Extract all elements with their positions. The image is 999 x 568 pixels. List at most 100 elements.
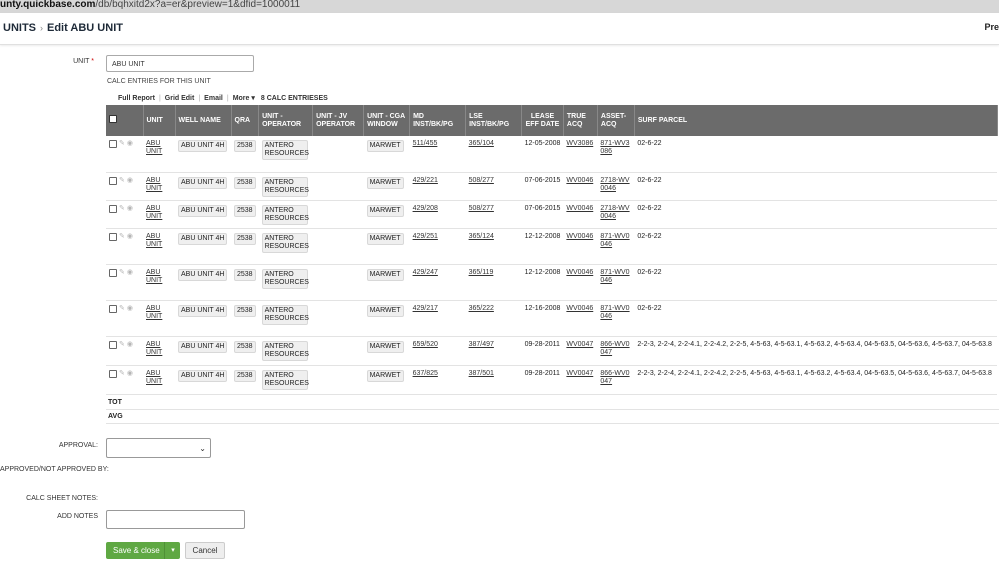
qra-value: 2538 (234, 268, 256, 281)
eye-icon[interactable]: ◉ (127, 370, 133, 378)
lse-link[interactable]: 508/277 (469, 205, 494, 212)
asset-acq-link[interactable]: 2718-WV0046 (600, 205, 630, 221)
approval-select[interactable]: ⌄ (106, 438, 211, 458)
asset-acq-link[interactable]: 866-WV0047 (600, 370, 630, 386)
pencil-icon[interactable]: ✎ (119, 370, 125, 378)
row-checkbox[interactable] (109, 232, 117, 241)
column-header[interactable]: TRUE ACQ (563, 105, 598, 136)
md-link[interactable]: 511/455 (413, 140, 438, 147)
row-checkbox[interactable] (109, 369, 117, 378)
md-link[interactable]: 429/247 (413, 269, 438, 276)
true-acq-link[interactable]: WV0046 (566, 233, 593, 240)
eye-icon[interactable]: ◉ (127, 269, 133, 277)
qra-value: 2538 (234, 204, 256, 217)
save-close-button[interactable]: Save & close ▾ (106, 542, 180, 559)
pencil-icon[interactable]: ✎ (119, 341, 125, 349)
row-checkbox[interactable] (109, 204, 117, 213)
row-checkbox[interactable] (109, 140, 117, 148)
column-header[interactable]: SURF PARCEL (634, 105, 998, 136)
row-checkbox[interactable] (109, 176, 117, 185)
pencil-icon[interactable]: ✎ (119, 140, 125, 148)
md-link[interactable]: 429/217 (413, 305, 438, 312)
true-acq-link[interactable]: WV0047 (566, 341, 593, 348)
column-header[interactable]: MD INST/BK/PG (409, 105, 467, 136)
select-all-header[interactable] (106, 105, 144, 136)
column-header[interactable]: UNIT (143, 105, 176, 136)
true-acq-link[interactable]: WV0047 (566, 370, 593, 377)
save-options-dropdown[interactable]: ▾ (164, 542, 181, 559)
asset-acq-link[interactable]: 866-WV0047 (600, 341, 630, 357)
grid-edit-link[interactable]: Grid Edit (165, 95, 195, 102)
select-all-checkbox[interactable] (109, 115, 117, 123)
true-acq-link[interactable]: WV0046 (566, 305, 593, 312)
cancel-button[interactable]: Cancel (185, 542, 225, 559)
asset-acq-link[interactable]: 871-WV0046 (600, 269, 630, 285)
lse-link[interactable]: 508/277 (469, 177, 494, 184)
eye-icon[interactable]: ◉ (127, 140, 133, 148)
row-checkbox[interactable] (109, 268, 117, 277)
pencil-icon[interactable]: ✎ (119, 269, 125, 277)
lease-date: 09-28-2011 (524, 369, 560, 377)
unit-link[interactable]: ABU UNIT (146, 205, 162, 221)
true-acq-cell: WV3086 (563, 136, 598, 173)
lse-link[interactable]: 365/104 (469, 140, 494, 147)
md-link[interactable]: 429/221 (413, 177, 438, 184)
true-acq-link[interactable]: WV0046 (566, 205, 593, 212)
lse-link[interactable]: 365/222 (469, 305, 494, 312)
column-header[interactable]: UNIT - OPERATOR (258, 105, 314, 136)
column-header[interactable]: WELL NAME (175, 105, 232, 136)
md-cell: 429/217 (409, 300, 466, 337)
unit-link[interactable]: ABU UNIT (146, 269, 162, 285)
column-header[interactable]: LEASE EFF DATE (521, 105, 564, 136)
lease-date-cell: 07-06-2015 (521, 172, 564, 201)
lse-link[interactable]: 365/124 (469, 233, 494, 240)
column-header[interactable]: QRA (231, 105, 260, 136)
pencil-icon[interactable]: ✎ (119, 205, 125, 213)
pencil-icon[interactable]: ✎ (119, 233, 125, 241)
cga-window-cell: MARWET (363, 200, 410, 229)
md-link[interactable]: 429/251 (413, 233, 438, 240)
pencil-icon[interactable]: ✎ (119, 305, 125, 313)
asset-acq-link[interactable]: 871-WV0046 (600, 233, 630, 249)
eye-icon[interactable]: ◉ (127, 233, 133, 241)
md-link[interactable]: 659/520 (413, 341, 438, 348)
cga-window-cell: MARWET (363, 336, 410, 366)
unit-link[interactable]: ABU UNIT (146, 233, 162, 249)
full-report-link[interactable]: Full Report (118, 95, 155, 102)
row-checkbox[interactable] (109, 304, 117, 313)
lse-link[interactable]: 365/119 (469, 269, 494, 276)
asset-acq-link[interactable]: 2718-WV0046 (600, 177, 630, 193)
true-acq-link[interactable]: WV0046 (566, 269, 593, 276)
md-link[interactable]: 429/208 (413, 205, 438, 212)
pencil-icon[interactable]: ✎ (119, 177, 125, 185)
lse-link[interactable]: 387/497 (469, 341, 494, 348)
eye-icon[interactable]: ◉ (127, 177, 133, 185)
column-header[interactable]: UNIT - JV OPERATOR (312, 105, 365, 136)
unit-link[interactable]: ABU UNIT (146, 177, 162, 193)
lse-link[interactable]: 387/501 (469, 370, 494, 377)
unit-field[interactable]: ABU UNIT (106, 55, 254, 72)
asset-acq-link[interactable]: 871-WV3086 (600, 140, 630, 156)
address-bar[interactable]: unty.quickbase.com/db/bqhxitd2x?a=er&pre… (0, 0, 999, 13)
asset-acq-link[interactable]: 871-WV0046 (600, 305, 630, 321)
true-acq-link[interactable]: WV3086 (566, 140, 593, 147)
md-link[interactable]: 637/825 (413, 370, 438, 377)
true-acq-link[interactable]: WV0046 (566, 177, 593, 184)
operator-value: ANTERO RESOURCES (261, 232, 309, 253)
eye-icon[interactable]: ◉ (127, 305, 133, 313)
unit-link[interactable]: ABU UNIT (146, 370, 162, 386)
column-header[interactable]: LSE INST/BK/PG (465, 105, 523, 136)
add-notes-field[interactable] (106, 510, 245, 529)
row-checkbox[interactable] (109, 340, 117, 349)
column-header[interactable]: ASSET-ACQ (597, 105, 635, 136)
column-header[interactable]: UNIT - CGA WINDOW (363, 105, 411, 136)
eye-icon[interactable]: ◉ (127, 205, 133, 213)
unit-link[interactable]: ABU UNIT (146, 140, 162, 156)
more-menu[interactable]: More ▾ (233, 94, 255, 102)
breadcrumb-units-link[interactable]: UNITS (3, 22, 36, 34)
email-link[interactable]: Email (204, 95, 223, 102)
unit-link[interactable]: ABU UNIT (146, 341, 162, 357)
eye-icon[interactable]: ◉ (127, 341, 133, 349)
header-right-link[interactable]: Pre (984, 22, 999, 32)
unit-link[interactable]: ABU UNIT (146, 305, 162, 321)
